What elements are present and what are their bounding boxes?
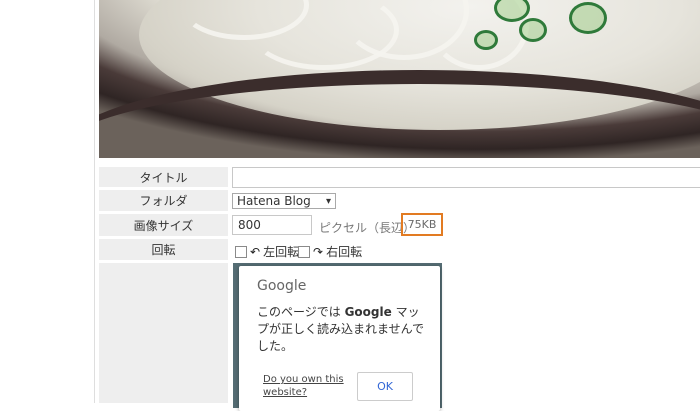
chevron-down-icon: ▾ [325, 195, 331, 207]
google-logo: Google [257, 278, 307, 294]
size-label-text: 画像サイズ [133, 218, 194, 233]
rotate-label-text: 回転 [151, 243, 176, 257]
rotate-left-checkbox[interactable] [235, 245, 247, 258]
ok-button[interactable]: OK [357, 372, 413, 401]
size-input[interactable]: 800 [232, 215, 312, 235]
page-divider [94, 0, 95, 403]
folder-selected-value: Hatena Blog [237, 194, 311, 208]
rotate-left-option[interactable]: ↶ 左回転 [235, 243, 299, 260]
folder-select[interactable]: Hatena Blog ▾ [232, 193, 336, 209]
dialog-message-prefix: このページでは [257, 305, 345, 319]
rotate-left-icon: ↶ [250, 244, 261, 259]
title-label-text: タイトル [139, 170, 188, 185]
map-label-cell [99, 263, 228, 403]
rotate-left-text: 左回転 [263, 245, 300, 259]
image-preview [99, 0, 700, 158]
title-input[interactable] [232, 167, 700, 188]
rotate-right-checkbox[interactable] [298, 245, 310, 258]
folder-label-text: フォルダ [139, 194, 188, 208]
folder-label: フォルダ [99, 190, 228, 211]
rotate-right-text: 右回転 [326, 245, 363, 259]
google-maps-error-dialog: Google このページでは Google マップが正しく読み込まれませんでした… [239, 266, 440, 411]
dialog-message-bold: Google [344, 305, 392, 319]
rotate-label: 回転 [99, 239, 228, 260]
dialog-message: このページでは Google マップが正しく読み込まれませんでした。 [257, 304, 425, 355]
own-website-link[interactable]: Do you own this website? [263, 373, 353, 399]
file-size-badge: 75KB [401, 213, 443, 236]
rotate-right-icon: ↷ [313, 244, 324, 259]
rotate-right-option[interactable]: ↷ 右回転 [298, 243, 362, 260]
title-label: タイトル [99, 167, 228, 187]
size-label: 画像サイズ [99, 214, 228, 236]
